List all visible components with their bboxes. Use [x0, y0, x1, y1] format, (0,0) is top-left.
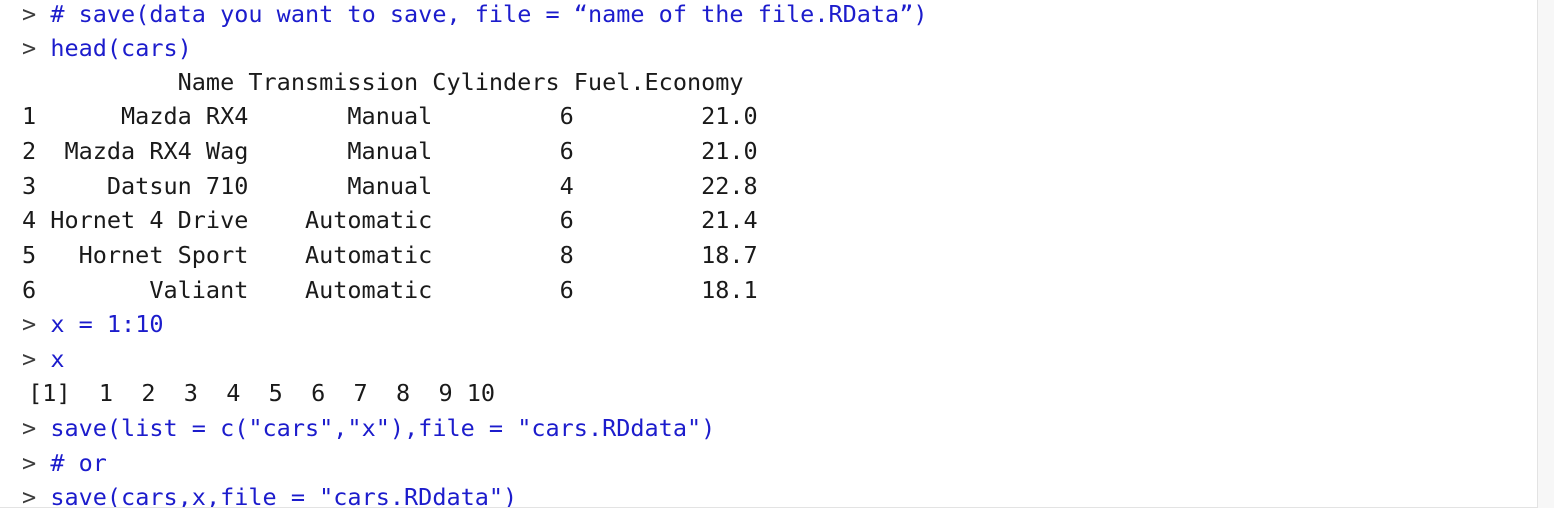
console-input-line: > # or [22, 449, 107, 483]
console-output-line: 1 Mazda RX4 Manual 6 21.0 [22, 102, 758, 130]
console-output-line: Name Transmission Cylinders Fuel.Economy [22, 68, 744, 96]
console-command: save(list = c("cars","x"),file = "cars.R… [50, 414, 716, 442]
console-output-line: 5 Hornet Sport Automatic 8 18.7 [22, 241, 758, 269]
console-prompt: > [22, 414, 37, 442]
console-input-line: > # save(data you want to save, file = “… [22, 0, 928, 34]
console-input-line: > x [22, 345, 64, 379]
console-prompt: > [22, 34, 37, 62]
console-output-line: 4 Hornet 4 Drive Automatic 6 21.4 [22, 206, 758, 234]
console-prompt: > [22, 310, 37, 338]
console-input-line: > head(cars) [22, 34, 192, 68]
console-input-line: > x = 1:10 [22, 310, 164, 344]
console-input-line: > save(list = c("cars","x"),file = "cars… [22, 414, 715, 448]
console-command: save(cars,x,file = "cars.RDdata") [50, 483, 518, 508]
console-prompt: > [22, 345, 37, 373]
scrollbar-track[interactable] [1538, 0, 1554, 508]
console-output-line: 6 Valiant Automatic 6 18.1 [22, 276, 758, 304]
console-output-line: 3 Datsun 710 Manual 4 22.8 [22, 172, 758, 200]
console-output-line: 2 Mazda RX4 Wag Manual 6 21.0 [22, 137, 758, 165]
console-command: head(cars) [50, 34, 192, 62]
console-prompt: > [22, 483, 37, 508]
console-command: x [50, 345, 65, 373]
console-prompt: > [22, 0, 37, 28]
console-command: # or [50, 449, 107, 477]
console-prompt: > [22, 449, 37, 477]
console-input-line: > save(cars,x,file = "cars.RDdata") [22, 483, 517, 508]
r-console[interactable]: > # save(data you want to save, file = “… [0, 0, 1554, 508]
console-command: # save(data you want to save, file = “na… [50, 0, 928, 28]
console-command: x = 1:10 [50, 310, 164, 338]
console-output-line: [1] 1 2 3 4 5 6 7 8 9 10 [14, 379, 496, 407]
